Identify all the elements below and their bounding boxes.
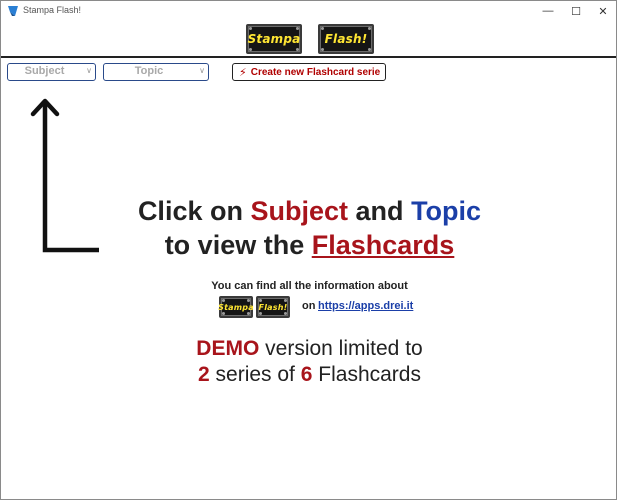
instruction-subject: Subject xyxy=(250,196,349,226)
logo-flash-small: Flash! xyxy=(256,296,290,318)
chevron-down-icon: ∨ xyxy=(199,66,205,75)
create-flashcard-serie-label: Create new Flashcard serie xyxy=(250,66,381,78)
demo-series-count: 2 xyxy=(198,363,210,386)
info-text: You can find all the information about xyxy=(211,280,408,292)
instruction-line-2: to view the Flashcards xyxy=(1,228,617,262)
topic-select[interactable]: Topic ∨ xyxy=(103,63,209,81)
title-bar: Stampa Flash! — ☐ ✕ xyxy=(1,1,616,21)
instruction-click-on: Click on xyxy=(137,196,243,226)
close-icon: ✕ xyxy=(598,5,608,18)
demo-flashcards-text: Flashcards xyxy=(318,363,421,386)
logo-stampa-small: Stampa xyxy=(218,296,254,318)
lightning-icon: ⚡︎ xyxy=(239,66,247,79)
instruction-to-view: to view the xyxy=(164,230,305,260)
instruction-topic: Topic xyxy=(411,196,482,226)
instruction-line-1: Click on Subject and Topic xyxy=(1,194,617,228)
chevron-down-icon: ∨ xyxy=(86,66,92,75)
demo-notice: DEMO version limited to 2 series of 6 Fl… xyxy=(1,336,617,388)
maximize-button[interactable]: ☐ xyxy=(562,1,590,21)
demo-cards-count: 6 xyxy=(300,363,313,386)
subject-select[interactable]: Subject ∨ xyxy=(7,63,96,81)
minimize-icon: — xyxy=(542,5,554,17)
instruction-message: Click on Subject and Topic to view the F… xyxy=(1,194,617,262)
app-window: Stampa Flash! — ☐ ✕ Stampa Flash! Subjec… xyxy=(0,0,617,500)
close-button[interactable]: ✕ xyxy=(589,1,617,21)
demo-line-1: DEMO version limited to xyxy=(1,336,617,362)
demo-line-2: 2 series of 6 Flashcards xyxy=(1,362,617,388)
logo-flash: Flash! xyxy=(318,24,374,54)
info-on: on xyxy=(302,300,316,312)
subject-select-value: Subject xyxy=(24,65,65,77)
instruction-and: and xyxy=(355,196,404,226)
website-link[interactable]: https://apps.drei.it xyxy=(318,300,413,312)
maximize-icon: ☐ xyxy=(571,5,581,18)
logo-stampa-small-text: Stampa xyxy=(218,302,254,312)
demo-series-of: series of xyxy=(215,363,295,386)
logo-stampa-text: Stampa xyxy=(247,32,301,46)
create-flashcard-serie-button[interactable]: ⚡︎ Create new Flashcard serie xyxy=(232,63,386,81)
logo-flash-small-text: Flash! xyxy=(258,302,288,312)
demo-version-text: version limited to xyxy=(265,337,423,360)
logo-flash-text: Flash! xyxy=(324,32,368,46)
instruction-flashcards: Flashcards xyxy=(311,230,455,260)
minimize-button[interactable]: — xyxy=(534,1,562,21)
app-icon xyxy=(8,6,18,16)
info-row: Stampa Flash! on https://apps.drei.it xyxy=(218,296,439,318)
logo-stampa: Stampa xyxy=(246,24,302,54)
window-title: Stampa Flash! xyxy=(23,5,82,15)
app-header: Stampa Flash! xyxy=(1,21,616,58)
topic-select-value: Topic xyxy=(134,65,164,77)
demo-word: DEMO xyxy=(196,337,260,360)
